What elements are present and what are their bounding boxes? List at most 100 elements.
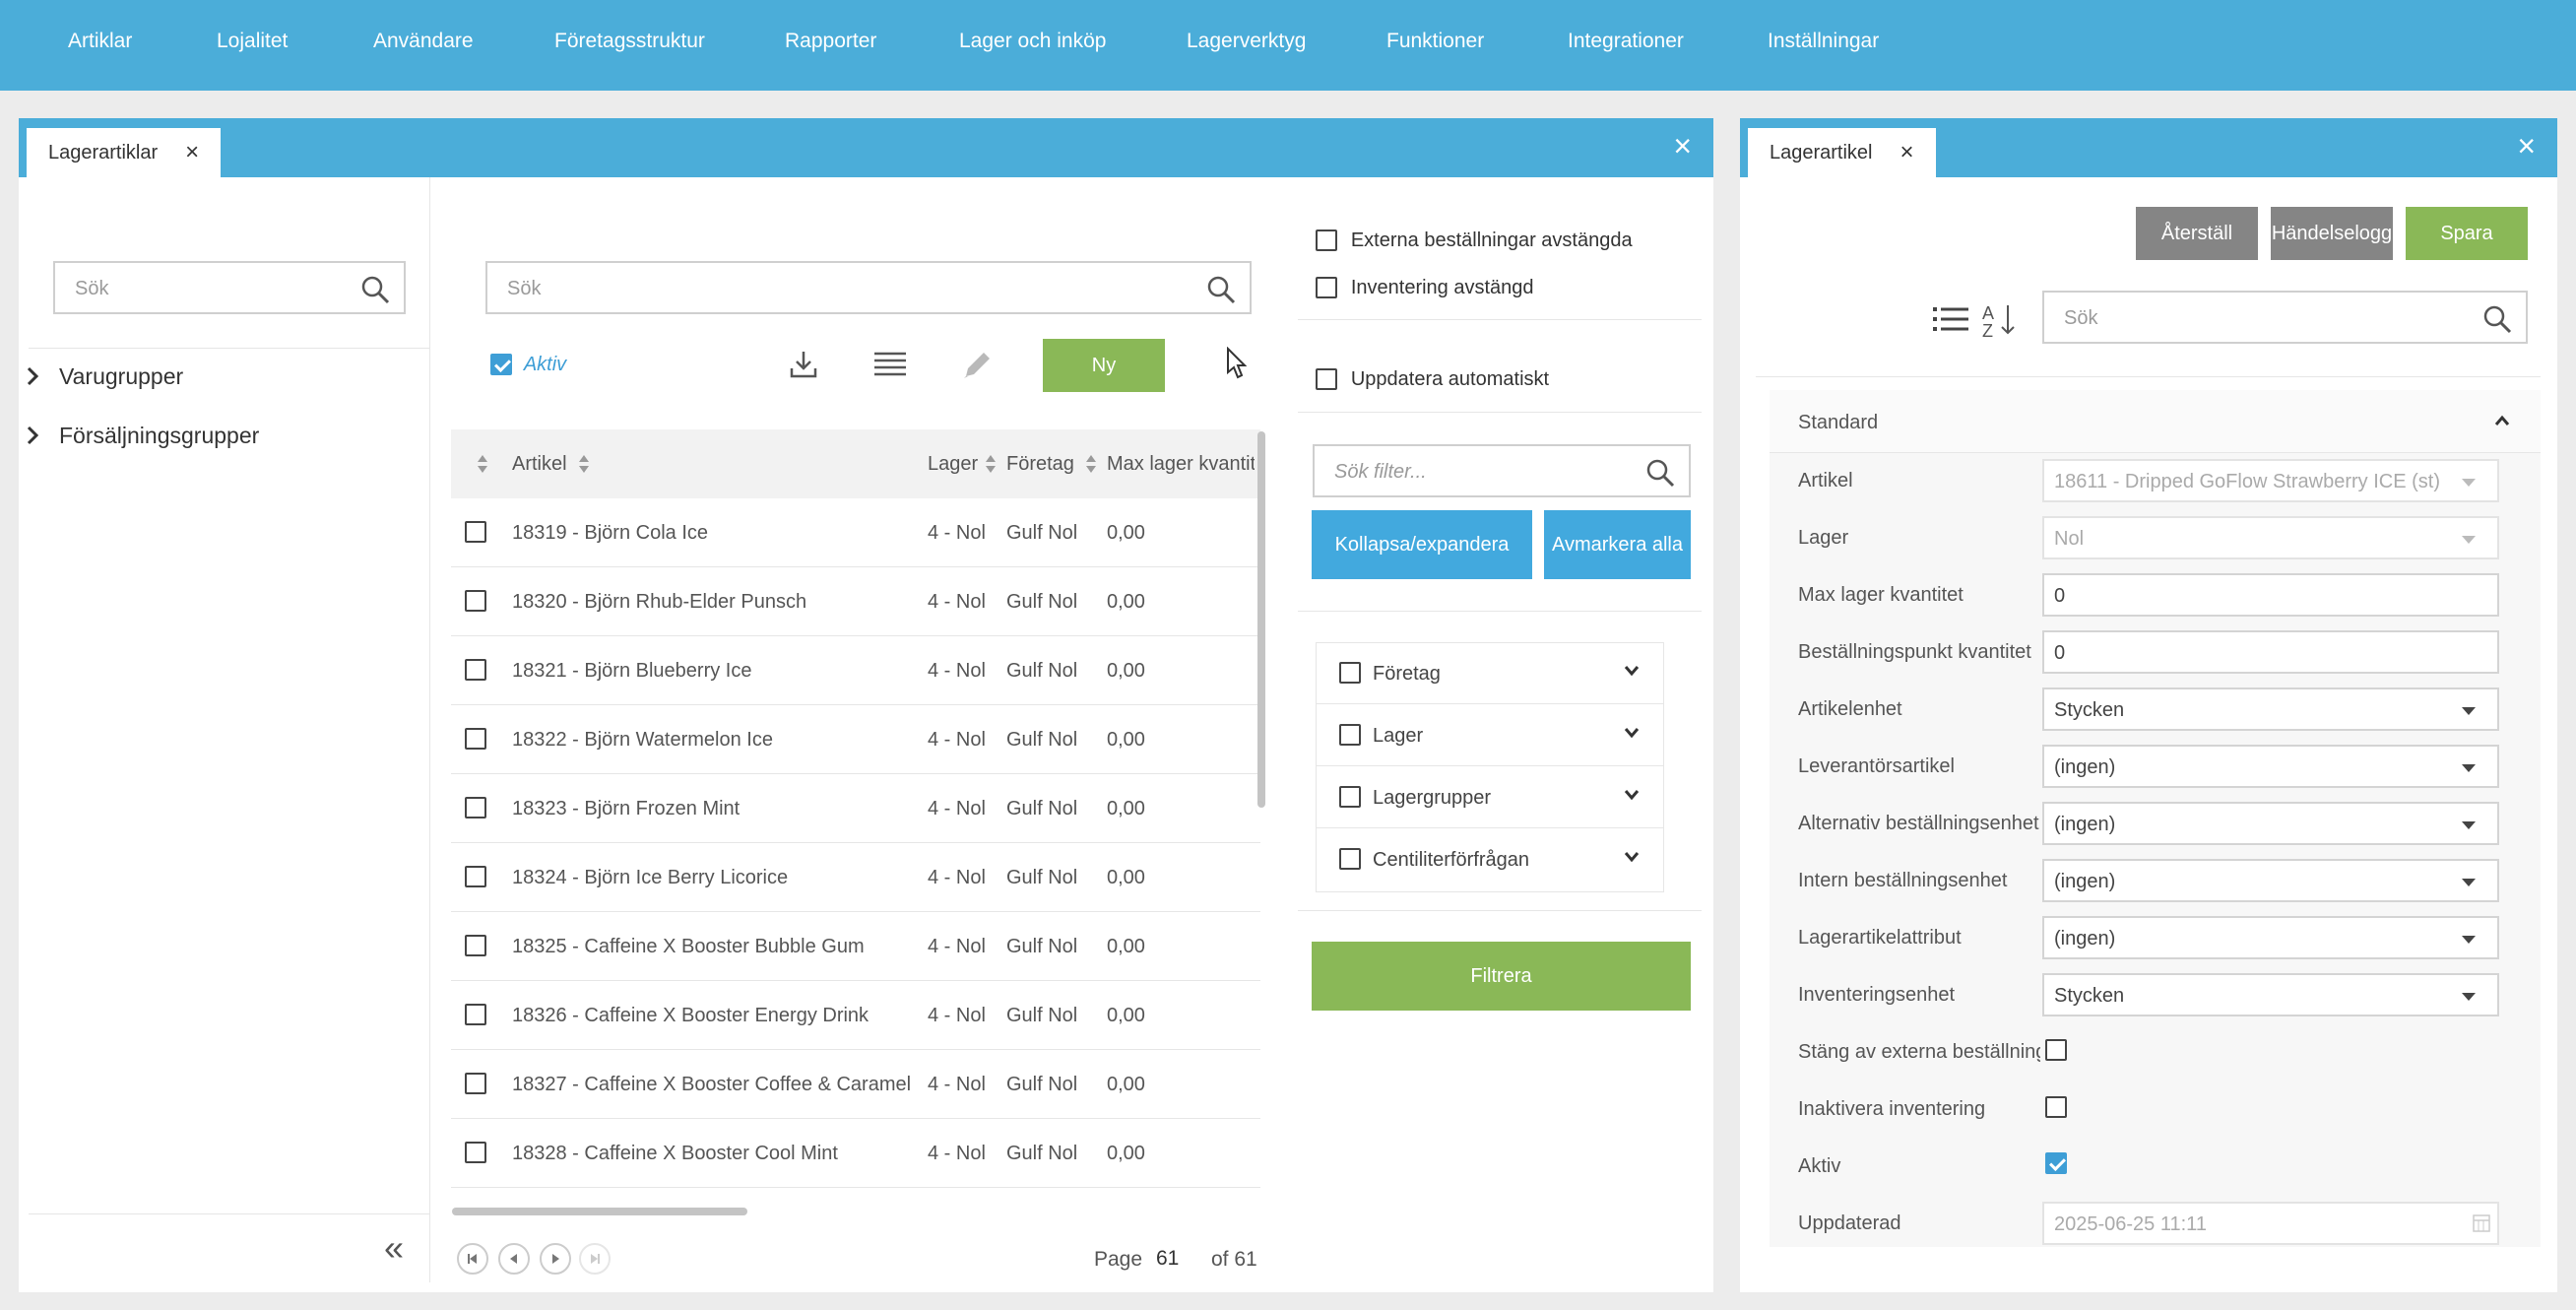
column-header-lager[interactable]: Lager (928, 453, 978, 476)
filter-group-lager[interactable]: Lager (1316, 704, 1664, 766)
row-checkbox[interactable] (465, 590, 486, 612)
calendar-icon[interactable] (2472, 1213, 2491, 1233)
grid-search-input[interactable]: Sök (485, 261, 1252, 314)
table-row[interactable]: 18320 - Björn Rhub-Elder Punsch 4 - Nol … (451, 567, 1260, 636)
section-standard-header[interactable]: Standard (1770, 390, 2541, 453)
tree-item-varugrupper[interactable]: Varugrupper (27, 363, 183, 390)
row-checkbox[interactable] (465, 728, 486, 750)
sort-icon[interactable] (578, 453, 590, 475)
table-row[interactable]: 18322 - Björn Watermelon Ice 4 - Nol Gul… (451, 705, 1260, 774)
edit-pencil-icon[interactable] (960, 349, 994, 382)
chevron-right-icon[interactable] (26, 365, 39, 387)
tab-lagerartiklar[interactable]: Lagerartiklar × (27, 128, 222, 177)
search-icon[interactable] (1206, 275, 1236, 304)
filter-inventering-avstangd[interactable]: Inventering avstängd (1316, 276, 1534, 299)
tab-close-icon[interactable]: × (185, 139, 199, 166)
uppdaterad-datetime[interactable]: 2025-06-25 11:11 (2042, 1202, 2499, 1245)
filter-group-checkbox[interactable] (1339, 848, 1361, 870)
pager-prev-button[interactable] (498, 1243, 530, 1275)
table-row[interactable]: 18319 - Björn Cola Ice 4 - Nol Gulf Nol … (451, 498, 1260, 567)
aktiv-checkbox[interactable] (490, 354, 512, 376)
collapse-sidebar-icon[interactable]: « (384, 1227, 404, 1269)
lagerartikelattribut-select[interactable]: (ingen) (2042, 916, 2499, 959)
sort-icon[interactable] (477, 453, 488, 475)
panel-close-icon[interactable]: × (2517, 130, 2536, 162)
artikelenhet-select[interactable]: Stycken (2042, 688, 2499, 731)
categorized-list-icon[interactable] (1933, 305, 1968, 333)
row-checkbox[interactable] (465, 797, 486, 819)
unmark-all-button[interactable]: Avmarkera alla (1544, 510, 1691, 579)
nav-foretagsstruktur[interactable]: Företagsstruktur (554, 30, 705, 53)
nav-rapporter[interactable]: Rapporter (785, 30, 876, 53)
pager-last-button[interactable] (579, 1243, 611, 1275)
filter-group-centiliterforfragan[interactable]: Centiliterförfrågan (1316, 828, 1664, 890)
table-row[interactable]: 18321 - Björn Blueberry Ice 4 - Nol Gulf… (451, 636, 1260, 705)
row-checkbox[interactable] (465, 866, 486, 887)
table-row[interactable]: 18323 - Björn Frozen Mint 4 - Nol Gulf N… (451, 774, 1260, 843)
filter-checkbox[interactable] (1316, 229, 1337, 252)
property-search-input[interactable]: Sök (2042, 291, 2528, 344)
nav-funktioner[interactable]: Funktioner (1386, 30, 1484, 53)
nav-installningar[interactable]: Inställningar (1768, 30, 1879, 53)
tree-item-forsaljningsgrupper[interactable]: Försäljningsgrupper (27, 423, 259, 449)
pager-first-button[interactable] (457, 1243, 488, 1275)
tree-search-input[interactable]: Sök (53, 261, 406, 314)
horizontal-scrollbar[interactable] (452, 1208, 747, 1215)
leverantorsartikel-select[interactable]: (ingen) (2042, 745, 2499, 788)
column-header-foretag[interactable]: Företag (1006, 453, 1074, 476)
filter-search-input[interactable]: Sök filter... (1313, 444, 1691, 497)
table-row[interactable]: 18325 - Caffeine X Booster Bubble Gum 4 … (451, 912, 1260, 981)
filter-group-lagergrupper[interactable]: Lagergrupper (1316, 766, 1664, 828)
chevron-right-icon[interactable] (26, 425, 39, 446)
alternativ-bestallningsenhet-select[interactable]: (ingen) (2042, 802, 2499, 845)
nav-artiklar[interactable]: Artiklar (68, 30, 132, 53)
filter-group-checkbox[interactable] (1339, 724, 1361, 746)
nav-lager-och-inkop[interactable]: Lager och inköp (959, 30, 1106, 53)
row-checkbox[interactable] (465, 935, 486, 956)
row-checkbox[interactable] (465, 1004, 486, 1025)
nav-integrationer[interactable]: Integrationer (1568, 30, 1684, 53)
filter-group-checkbox[interactable] (1339, 786, 1361, 808)
row-checkbox[interactable] (465, 659, 486, 681)
event-log-button[interactable]: Händelselogg (2271, 207, 2393, 260)
lager-select[interactable]: Nol (2042, 516, 2499, 559)
filter-checkbox[interactable] (1316, 277, 1337, 299)
row-checkbox[interactable] (465, 1073, 486, 1094)
panel-close-icon[interactable]: × (1673, 130, 1692, 162)
filter-button[interactable]: Filtrera (1312, 942, 1691, 1011)
filter-uppdatera-automatiskt[interactable]: Uppdatera automatiskt (1316, 367, 1549, 391)
nav-lagerverktyg[interactable]: Lagerverktyg (1187, 30, 1306, 53)
collapse-expand-button[interactable]: Kollapsa/expandera (1312, 510, 1532, 579)
list-view-icon[interactable] (874, 351, 906, 378)
inaktivera-inventering-checkbox[interactable] (2045, 1096, 2067, 1118)
sort-icon[interactable] (1085, 453, 1097, 475)
max-lager-input[interactable]: 0 (2042, 573, 2499, 617)
chevron-up-icon[interactable] (2493, 414, 2511, 427)
tab-close-icon[interactable]: × (1900, 139, 1914, 166)
table-row[interactable]: 18326 - Caffeine X Booster Energy Drink … (451, 981, 1260, 1050)
sort-alphabetical-icon[interactable]: AZ (1980, 299, 2020, 339)
artikel-select[interactable]: 18611 - Dripped GoFlow Strawberry ICE (s… (2042, 459, 2499, 502)
row-checkbox[interactable] (465, 521, 486, 543)
aktiv-field-checkbox[interactable] (2045, 1152, 2067, 1174)
row-checkbox[interactable] (465, 1142, 486, 1163)
nav-lojalitet[interactable]: Lojalitet (217, 30, 288, 53)
download-icon[interactable] (788, 349, 819, 380)
save-button[interactable]: Spara (2406, 207, 2528, 260)
filter-group-foretag[interactable]: Företag (1316, 642, 1664, 704)
sort-icon[interactable] (985, 453, 997, 475)
pager-next-button[interactable] (540, 1243, 571, 1275)
intern-bestallningsenhet-select[interactable]: (ingen) (2042, 859, 2499, 902)
filter-group-checkbox[interactable] (1339, 662, 1361, 684)
chevron-down-icon[interactable] (1623, 788, 1641, 802)
column-header-artikel[interactable]: Artikel (512, 453, 567, 476)
tab-lagerartikel[interactable]: Lagerartikel × (1748, 128, 1936, 177)
chevron-down-icon[interactable] (1623, 664, 1641, 678)
new-button[interactable]: Ny (1043, 339, 1165, 392)
filter-externa-bestallningar[interactable]: Externa beställningar avstängda (1316, 229, 1633, 252)
search-icon[interactable] (2482, 304, 2512, 334)
filter-checkbox[interactable] (1316, 368, 1337, 391)
inventeringsenhet-select[interactable]: Stycken (2042, 973, 2499, 1016)
chevron-down-icon[interactable] (1623, 850, 1641, 864)
bestallningspunkt-input[interactable]: 0 (2042, 630, 2499, 674)
